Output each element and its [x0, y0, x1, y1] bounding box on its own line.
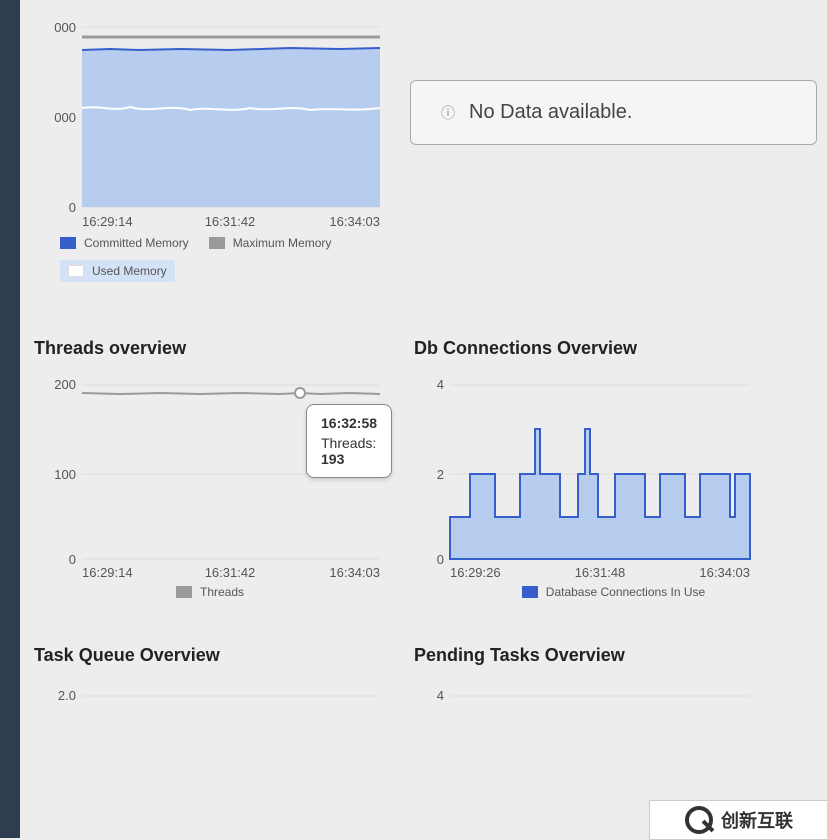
tooltip-label: Threads:	[321, 435, 376, 451]
x-tick: 16:31:42	[205, 565, 256, 579]
x-tick: 16:34:03	[699, 565, 750, 579]
x-tick: 16:34:03	[329, 565, 380, 579]
y-tick: 100	[54, 467, 76, 482]
legend-db[interactable]: Database Connections In Use	[522, 585, 705, 599]
db-title: Db Connections Overview	[414, 338, 817, 359]
memory-legend2: Used Memory	[30, 254, 390, 288]
legend-used[interactable]: Used Memory	[60, 260, 175, 282]
legend-label: Threads	[200, 585, 244, 599]
dashboard-content: 000 000 0 16:29:14 16:31:42 16:34:03	[20, 0, 827, 706]
y-tick: 200	[54, 377, 76, 392]
tooltip-time: 16:32:58	[321, 415, 377, 431]
memory-legend: Committed Memory Maximum Memory	[30, 230, 390, 256]
nodata-panel: ⓘ No Data available.	[410, 0, 817, 288]
y-tick: 2.0	[58, 688, 76, 703]
y-tick: 4	[437, 688, 444, 703]
x-tick: 16:29:26	[450, 565, 501, 579]
legend-committed[interactable]: Committed Memory	[60, 236, 189, 250]
info-icon: ⓘ	[441, 103, 455, 123]
threads-title: Threads overview	[34, 338, 390, 359]
memory-chart-panel: 000 000 0 16:29:14 16:31:42 16:34:03	[30, 0, 390, 288]
db-legend: Database Connections In Use	[410, 579, 817, 605]
hover-point-icon	[295, 388, 305, 398]
square-icon	[68, 265, 84, 277]
no-data-text: No Data available.	[469, 101, 632, 124]
db-panel: Db Connections Overview 4 2 0 16:29:26 1…	[410, 318, 817, 605]
x-tick: 16:29:14	[82, 214, 133, 229]
threads-legend: Threads	[30, 579, 390, 605]
threads-tooltip: 16:32:58 Threads: 193	[306, 404, 392, 478]
square-icon	[522, 586, 538, 598]
threads-panel: Threads overview 200 100 0 16:29:14 16:3…	[30, 318, 390, 605]
legend-maximum[interactable]: Maximum Memory	[209, 236, 332, 250]
logo-text: 创新互联	[721, 807, 793, 833]
legend-label: Committed Memory	[84, 236, 189, 250]
taskq-title: Task Queue Overview	[34, 645, 390, 666]
committed-area	[82, 48, 380, 207]
square-icon	[176, 586, 192, 598]
y-tick: 000	[54, 20, 76, 35]
sidebar-strip	[0, 0, 20, 838]
db-chart[interactable]: 4 2 0 16:29:26 16:31:48 16:34:03	[410, 369, 770, 579]
threads-line	[82, 393, 380, 394]
y-tick: 0	[69, 200, 76, 215]
pending-chart[interactable]: 4	[410, 676, 770, 706]
db-area	[450, 429, 750, 559]
no-data-box: ⓘ No Data available.	[410, 80, 817, 145]
tooltip-value-row: Threads: 193	[321, 435, 377, 467]
legend-label: Maximum Memory	[233, 236, 332, 250]
taskq-panel: Task Queue Overview 2.0	[30, 625, 390, 706]
y-tick: 0	[437, 552, 444, 567]
legend-label: Database Connections In Use	[546, 585, 705, 599]
memory-chart[interactable]: 000 000 0 16:29:14 16:31:42 16:34:03	[30, 0, 390, 230]
x-tick: 16:31:42	[205, 214, 256, 229]
square-icon	[60, 237, 76, 249]
x-tick: 16:31:48	[575, 565, 626, 579]
x-tick: 16:29:14	[82, 565, 133, 579]
watermark-logo: 创新互联	[649, 800, 827, 840]
tooltip-value: 193	[321, 451, 344, 467]
committed-line	[82, 48, 380, 50]
y-tick: 000	[54, 110, 76, 125]
taskq-chart[interactable]: 2.0	[30, 676, 390, 706]
logo-icon	[685, 806, 713, 834]
pending-panel: Pending Tasks Overview 4	[410, 625, 817, 706]
legend-label: Used Memory	[92, 264, 167, 278]
legend-threads[interactable]: Threads	[176, 585, 244, 599]
y-tick: 0	[69, 552, 76, 567]
y-tick: 4	[437, 377, 444, 392]
y-tick: 2	[437, 467, 444, 482]
pending-title: Pending Tasks Overview	[414, 645, 817, 666]
x-tick: 16:34:03	[329, 214, 380, 229]
square-icon	[209, 237, 225, 249]
